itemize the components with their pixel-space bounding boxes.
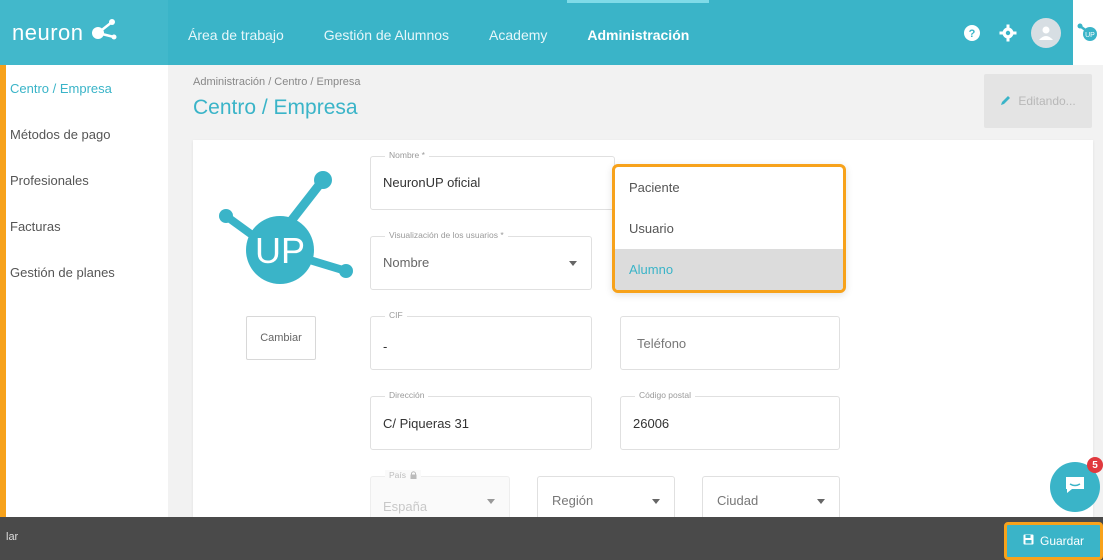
editing-label: Editando... (1018, 94, 1076, 108)
telefono-placeholder: Teléfono (637, 336, 687, 351)
visualizacion-dropdown: Paciente Usuario Alumno (612, 164, 846, 293)
top-icons: ? UP (959, 0, 1103, 65)
up-badge-text: UP (1085, 32, 1095, 39)
sidebar-item-centro-empresa[interactable]: Centro / Empresa (6, 65, 168, 111)
direccion-field[interactable]: Dirección C/ Piqueras 31 (370, 390, 592, 450)
avatar[interactable] (1031, 17, 1061, 48)
bottom-bar: lar (0, 517, 1103, 560)
direccion-value: C/ Piqueras 31 (383, 416, 469, 431)
dropdown-option-alumno[interactable]: Alumno (615, 249, 843, 290)
brand-molecule-icon (88, 17, 118, 49)
ciudad-placeholder: Ciudad (717, 493, 759, 508)
nombre-label: Nombre * (385, 150, 429, 160)
page-title: Centro / Empresa (193, 96, 358, 119)
cif-field[interactable]: CIF - (370, 310, 592, 370)
region-placeholder: Región (552, 493, 594, 508)
chevron-down-icon (569, 261, 577, 266)
codigo-postal-field[interactable]: Código postal 26006 (620, 390, 840, 450)
visualizacion-value: Nombre (383, 255, 430, 270)
brand-name: neuron (12, 19, 84, 45)
up-logo-icon[interactable]: UP (1073, 0, 1103, 65)
codigo-postal-value: 26006 (633, 416, 670, 431)
telefono-field[interactable]: Teléfono (620, 316, 840, 370)
pais-label: País (385, 470, 422, 481)
pais-value: España (383, 499, 428, 514)
help-icon[interactable]: ? (959, 20, 985, 46)
pencil-icon (1000, 94, 1012, 109)
cif-value: - (383, 339, 388, 354)
nav-administracion[interactable]: Administración (567, 0, 710, 65)
editing-button[interactable]: Editando... (984, 74, 1092, 128)
save-icon (1023, 534, 1034, 548)
nombre-value: NeuronUP oficial (383, 175, 481, 190)
save-button[interactable]: Guardar (1004, 522, 1103, 560)
codigo-postal-label: Código postal (635, 390, 695, 400)
sidebar: Centro / Empresa Métodos de pago Profesi… (0, 65, 168, 517)
brand-logo[interactable]: neuron (0, 0, 168, 65)
cif-label: CIF (385, 310, 407, 320)
logo-text: UP (255, 230, 305, 271)
main-nav: Área de trabajo Gestión de Alumnos Acade… (168, 0, 710, 65)
chat-icon (1064, 475, 1086, 500)
svg-text:?: ? (969, 28, 976, 40)
nav-area-de-trabajo[interactable]: Área de trabajo (168, 0, 304, 65)
chevron-down-icon (817, 499, 825, 504)
visualizacion-label: Visualización de los usuarios * (385, 230, 508, 240)
bottom-left-text[interactable]: lar (6, 531, 18, 543)
nav-gestion-alumnos[interactable]: Gestión de Alumnos (304, 0, 469, 65)
chevron-down-icon (487, 499, 495, 504)
dropdown-option-usuario[interactable]: Usuario (615, 208, 843, 249)
save-label: Guardar (1039, 534, 1085, 548)
chat-notification-badge: 5 (1087, 457, 1103, 473)
visualizacion-select[interactable]: Visualización de los usuarios * Nombre (370, 230, 592, 290)
breadcrumb: Administración / Centro / Empresa (193, 76, 361, 88)
center-logo: UP (218, 168, 358, 298)
nav-academy[interactable]: Academy (469, 0, 567, 65)
sidebar-item-facturas[interactable]: Facturas (6, 203, 168, 249)
nombre-field[interactable]: Nombre * NeuronUP oficial (370, 150, 615, 210)
sidebar-item-profesionales[interactable]: Profesionales (6, 157, 168, 203)
chevron-down-icon (652, 499, 660, 504)
change-logo-button[interactable]: Cambiar (246, 316, 316, 360)
top-bar: neuron Área de trabajo Gestión de Alumno… (0, 0, 1103, 65)
lock-icon (410, 471, 417, 481)
sidebar-item-gestion-planes[interactable]: Gestión de planes (6, 249, 168, 295)
pais-label-text: País (389, 470, 407, 480)
dropdown-option-paciente[interactable]: Paciente (615, 167, 843, 208)
gear-icon[interactable] (995, 20, 1021, 46)
direccion-label: Dirección (385, 390, 429, 400)
sidebar-item-metodos-pago[interactable]: Métodos de pago (6, 111, 168, 157)
